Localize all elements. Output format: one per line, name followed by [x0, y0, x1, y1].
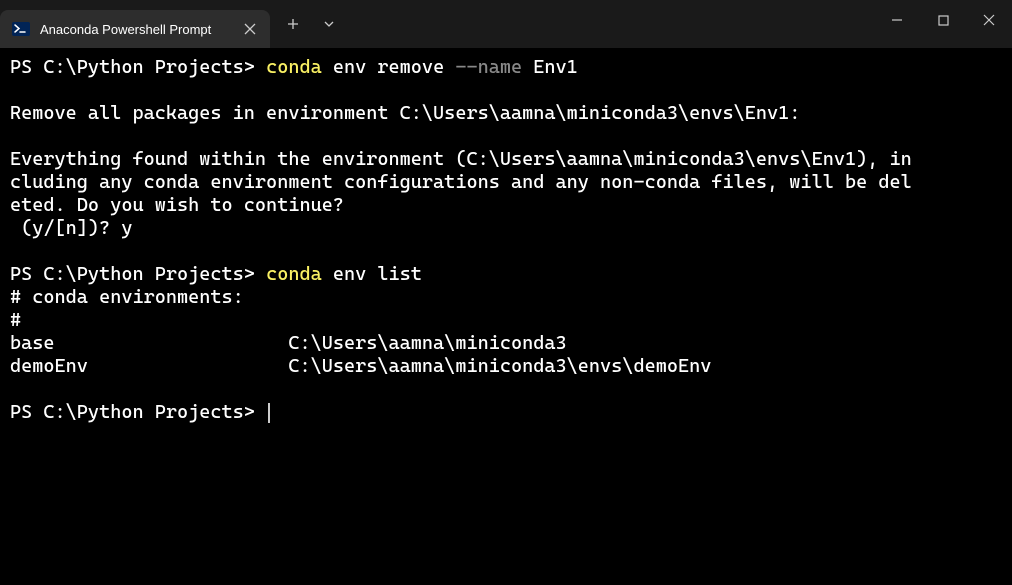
titlebar-drag-area[interactable] — [346, 0, 874, 48]
tab-active[interactable]: Anaconda Powershell Prompt — [0, 10, 270, 48]
tab-close-button[interactable] — [240, 19, 260, 39]
close-window-button[interactable] — [966, 0, 1012, 40]
output-line: Remove all packages in environment C:\Us… — [10, 102, 800, 124]
output-line: Everything found within the environment … — [10, 148, 912, 170]
terminal-cursor — [268, 403, 270, 423]
prompt-text: PS C:\Python Projects> — [10, 263, 266, 285]
titlebar: Anaconda Powershell Prompt — [0, 0, 1012, 48]
args-text: env list — [322, 263, 422, 285]
tab-title: Anaconda Powershell Prompt — [40, 22, 230, 37]
prompt-text: PS C:\Python Projects> — [10, 56, 266, 78]
flag-text: --name — [455, 56, 522, 78]
tab-dropdown-button[interactable] — [312, 7, 346, 41]
terminal-content[interactable]: PS C:\Python Projects> conda env remove … — [0, 48, 1012, 432]
command-text: conda — [266, 56, 322, 78]
window-controls — [874, 0, 1012, 40]
args-text: env remove — [322, 56, 456, 78]
maximize-button[interactable] — [920, 0, 966, 40]
prompt-text: PS C:\Python Projects> — [10, 401, 266, 423]
output-line: (y/[n])? y — [10, 217, 132, 239]
output-line: eted. Do you wish to continue? — [10, 194, 344, 216]
args-text: Env1 — [522, 56, 578, 78]
output-line: base C:\Users\aamna\miniconda3 — [10, 332, 567, 354]
output-line: demoEnv C:\Users\aamna\miniconda3\envs\d… — [10, 355, 711, 377]
minimize-button[interactable] — [874, 0, 920, 40]
output-line: # — [10, 309, 21, 331]
output-line: # conda environments: — [10, 286, 244, 308]
tab-area: Anaconda Powershell Prompt — [0, 0, 270, 48]
new-tab-button[interactable] — [276, 7, 310, 41]
tab-actions — [270, 0, 346, 48]
command-text: conda — [266, 263, 322, 285]
output-line: cluding any conda environment configurat… — [10, 171, 912, 193]
powershell-icon — [12, 20, 30, 38]
